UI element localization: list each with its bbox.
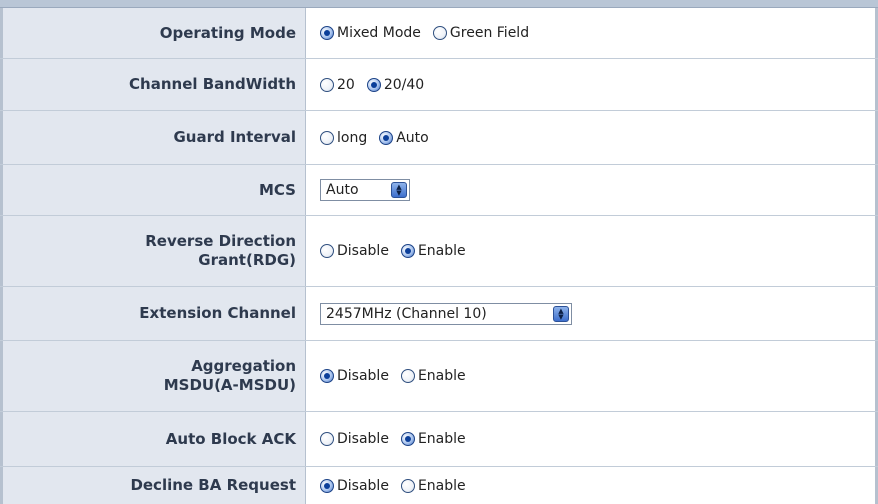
guard-interval-radio-group: long Auto [320, 130, 441, 146]
operating-mode-greenfield-option[interactable]: Green Field [432, 25, 530, 41]
rdg-disable-option[interactable]: Disable [320, 243, 389, 259]
radio-button[interactable] [320, 244, 334, 258]
extension-channel-value: 2457MHz (Channel 10) ▲ ▼ [306, 287, 878, 340]
guard-interval-auto-option[interactable]: Auto [379, 130, 429, 146]
amsdu-enable-option[interactable]: Enable [400, 368, 466, 384]
amsdu-label: Aggregation MSDU(A-MSDU) [0, 341, 306, 411]
row-channel-bandwidth: Channel BandWidth 20 20/40 [0, 59, 878, 110]
radio-button[interactable] [400, 478, 415, 493]
rdg-disable-label: Disable [337, 243, 389, 259]
radio-button[interactable] [400, 369, 415, 383]
amsdu-label-line2: MSDU(A-MSDU) [163, 376, 296, 394]
channel-bandwidth-radio-group: 20 20/40 [320, 77, 436, 93]
mcs-label-text: MCS [258, 180, 296, 199]
dropdown-arrow-icon[interactable]: ▲ ▼ [553, 305, 569, 322]
radio-button[interactable] [432, 26, 447, 40]
channel-bandwidth-2040-label: 20/40 [383, 76, 425, 93]
auto-block-ack-label-text: Auto Block ACK [165, 429, 296, 448]
radio-button[interactable] [320, 77, 334, 92]
auto-block-ack-label: Auto Block ACK [0, 412, 306, 466]
row-mcs: MCS Auto ▲ ▼ [0, 165, 878, 215]
amsdu-enable-label: Enable [417, 368, 466, 384]
rdg-value: Disable Enable [306, 216, 878, 286]
amsdu-disable-option[interactable]: Disable [320, 368, 389, 384]
mcs-select-value: Auto [326, 182, 359, 198]
row-operating-mode: Operating Mode Mixed Mode Green Field [0, 8, 878, 58]
channel-bandwidth-20-label: 20 [337, 76, 355, 93]
guard-interval-label: Guard Interval [0, 111, 306, 164]
rdg-radio-group: Disable Enable [320, 243, 478, 259]
amsdu-radio-group: Disable Enable [320, 368, 478, 384]
radio-button-selected[interactable] [379, 130, 394, 145]
radio-button-selected[interactable] [320, 478, 334, 493]
radio-button[interactable] [320, 432, 334, 446]
row-aggregation-msdu: Aggregation MSDU(A-MSDU) Disable Enable [0, 341, 878, 411]
extension-channel-select-value: 2457MHz (Channel 10) [326, 305, 487, 322]
radio-button-selected[interactable] [400, 244, 415, 258]
radio-button-selected[interactable] [400, 432, 415, 446]
dropdown-arrow-icon[interactable]: ▲ ▼ [391, 182, 407, 198]
amsdu-label-text: Aggregation MSDU(A-MSDU) [164, 357, 296, 395]
guard-interval-long-label: long [337, 129, 368, 146]
settings-table: Operating Mode Mixed Mode Green Field Ch… [0, 8, 878, 504]
operating-mode-label: Operating Mode [0, 8, 306, 58]
rdg-enable-label: Enable [417, 243, 466, 259]
auto-block-ack-value: Disable Enable [306, 412, 878, 466]
guard-interval-label-text: Guard Interval [173, 128, 296, 146]
decline-ba-request-disable-label: Disable [337, 477, 389, 494]
operating-mode-value: Mixed Mode Green Field [306, 8, 878, 58]
rdg-label-text: Reverse Direction Grant(RDG) [145, 232, 296, 270]
auto-block-ack-radio-group: Disable Enable [320, 431, 478, 447]
rdg-label: Reverse Direction Grant(RDG) [0, 216, 306, 286]
auto-block-ack-enable-label: Enable [417, 431, 466, 447]
row-decline-ba-request: Decline BA Request Disable Enable [0, 467, 878, 504]
auto-block-ack-disable-label: Disable [337, 431, 389, 447]
operating-mode-label-text: Operating Mode [159, 23, 296, 42]
operating-mode-mixed-option[interactable]: Mixed Mode [320, 25, 421, 41]
mcs-label: MCS [0, 165, 306, 215]
decline-ba-request-label: Decline BA Request [0, 467, 306, 504]
auto-block-ack-enable-option[interactable]: Enable [400, 431, 466, 447]
guard-interval-value: long Auto [306, 111, 878, 164]
guard-interval-auto-label: Auto [396, 129, 429, 146]
operating-mode-radio-group: Mixed Mode Green Field [320, 25, 541, 41]
rdg-label-line1: Reverse Direction [145, 232, 296, 250]
row-extension-channel: Extension Channel 2457MHz (Channel 10) ▲… [0, 287, 878, 340]
decline-ba-request-disable-option[interactable]: Disable [320, 478, 389, 494]
radio-button-selected[interactable] [366, 77, 381, 92]
radio-button[interactable] [320, 130, 334, 145]
extension-channel-label: Extension Channel [0, 287, 306, 340]
guard-interval-long-option[interactable]: long [320, 130, 367, 146]
row-auto-block-ack: Auto Block ACK Disable Enable [0, 412, 878, 466]
radio-button-selected[interactable] [320, 26, 334, 40]
channel-bandwidth-value: 20 20/40 [306, 59, 878, 110]
mcs-select[interactable]: Auto ▲ ▼ [320, 179, 410, 201]
operating-mode-greenfield-label: Green Field [449, 25, 530, 41]
auto-block-ack-disable-option[interactable]: Disable [320, 431, 389, 447]
amsdu-value: Disable Enable [306, 341, 878, 411]
decline-ba-request-label-text: Decline BA Request [130, 476, 296, 494]
extension-channel-select[interactable]: 2457MHz (Channel 10) ▲ ▼ [320, 302, 572, 325]
amsdu-label-line1: Aggregation [191, 357, 296, 375]
decline-ba-request-value: Disable Enable [306, 467, 878, 504]
mcs-value: Auto ▲ ▼ [306, 165, 878, 215]
extension-channel-label-text: Extension Channel [139, 304, 296, 322]
radio-button-selected[interactable] [320, 369, 334, 383]
decline-ba-request-enable-option[interactable]: Enable [400, 477, 466, 494]
decline-ba-request-radio-group: Disable Enable [320, 478, 478, 494]
channel-bandwidth-label: Channel BandWidth [0, 59, 306, 110]
channel-bandwidth-label-text: Channel BandWidth [129, 75, 296, 93]
row-guard-interval: Guard Interval long Auto [0, 111, 878, 164]
rdg-label-line2: Grant(RDG) [198, 251, 296, 269]
amsdu-disable-label: Disable [337, 368, 389, 384]
rdg-enable-option[interactable]: Enable [400, 243, 466, 259]
top-header-bar [0, 0, 878, 8]
row-reverse-direction-grant: Reverse Direction Grant(RDG) Disable Ena… [0, 216, 878, 286]
channel-bandwidth-20-option[interactable]: 20 [320, 77, 355, 93]
channel-bandwidth-2040-option[interactable]: 20/40 [366, 76, 425, 93]
operating-mode-mixed-label: Mixed Mode [337, 25, 421, 41]
decline-ba-request-enable-label: Enable [417, 477, 466, 494]
